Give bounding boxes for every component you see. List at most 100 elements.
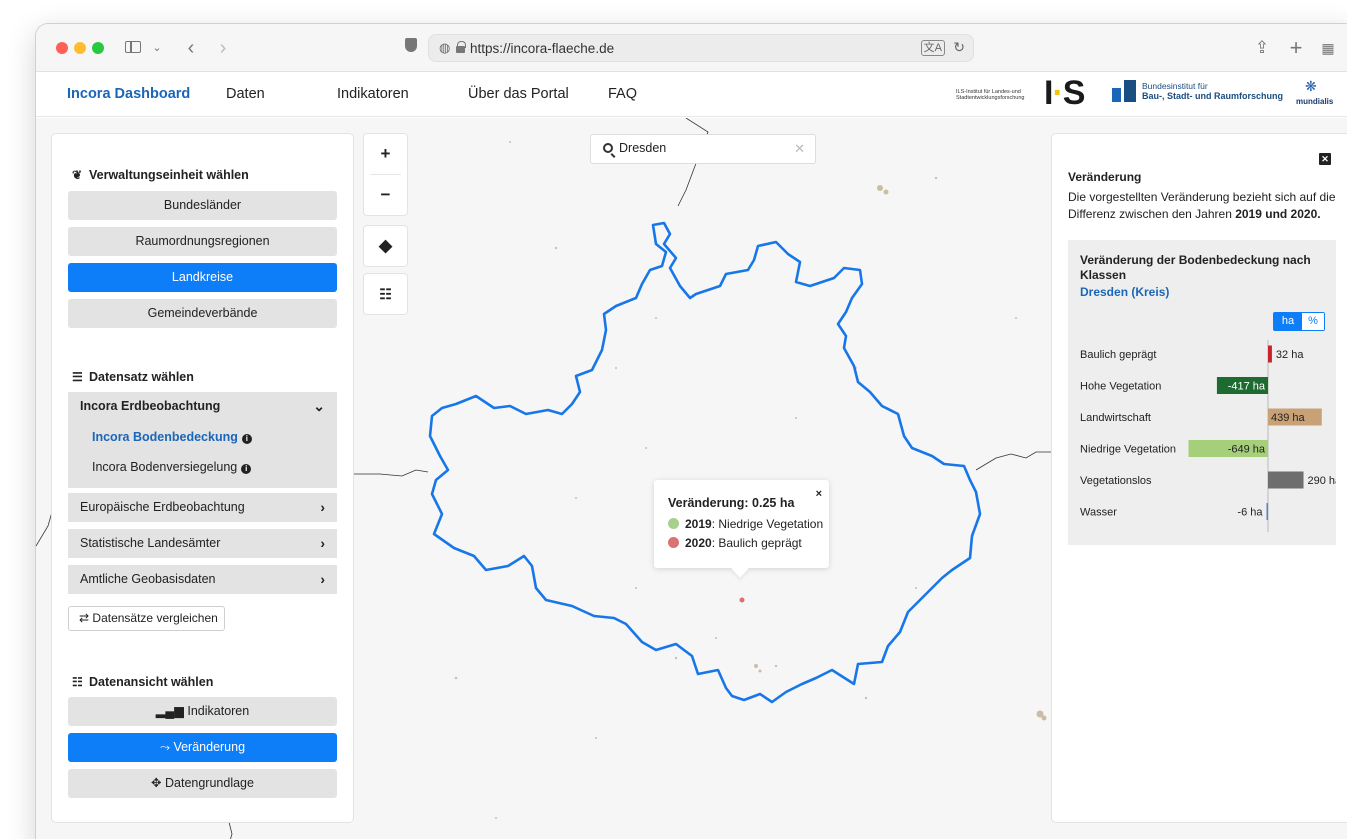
nav-ueber-das-portal[interactable]: Über das Portal: [468, 86, 569, 102]
search-icon: [603, 143, 613, 153]
control-panel: ❦ Verwaltungseinheit wählen Bundesländer …: [52, 134, 353, 822]
popup-title: Veränderung: 0.25 ha: [668, 496, 795, 510]
chart-category-label: Niedrige Vegetation: [1080, 444, 1176, 456]
chart-value-label: 290 ha: [1308, 475, 1336, 487]
nav-daten[interactable]: Daten: [226, 86, 265, 102]
germany-map-icon: ❦: [72, 168, 83, 182]
dataset-incora-bodenversiegelung[interactable]: Incora Bodenversiegelung i: [92, 460, 252, 474]
legend-dot-icon: [668, 537, 679, 548]
brand-link[interactable]: Incora Dashboard: [67, 86, 190, 102]
boundary-line: [36, 511, 53, 547]
admin-unit-bundeslaender[interactable]: Bundesländer: [68, 191, 337, 220]
selected-change-pixel[interactable]: [739, 597, 745, 603]
minimize-window-button[interactable]: [74, 42, 86, 54]
zoom-out-button[interactable]: −: [364, 175, 407, 215]
bbsr-logo-text[interactable]: Bundesinstitut für Bau-, Stadt- und Raumf…: [1142, 81, 1283, 101]
sidebar-toggle-icon[interactable]: [122, 36, 144, 60]
chart-bar[interactable]: [1268, 345, 1272, 363]
url-text[interactable]: https://incora-flaeche.de: [470, 41, 614, 56]
accordion-statistische-landesaemter[interactable]: Statistische Landesämter ›: [68, 529, 337, 558]
bar-chart-icon: ▂▄▆: [155, 704, 184, 718]
mundialis-logo-icon[interactable]: ❋: [1305, 78, 1317, 95]
filter-control: ☷: [364, 274, 407, 314]
close-window-button[interactable]: [56, 42, 68, 54]
chevron-down-icon[interactable]: ⌄: [150, 36, 164, 60]
change-bar-chart: Baulich geprägt 32 ha Hohe Vegetation -417 …: [1080, 340, 1336, 532]
admin-unit-gemeindeverbaende[interactable]: Gemeindeverbände: [68, 299, 337, 328]
admin-unit-raumordnungsregionen[interactable]: Raumordnungsregionen: [68, 227, 337, 256]
accordion-europaeische-erdbeobachtung[interactable]: Europäische Erdbeobachtung ›: [68, 493, 337, 522]
swap-arrows-icon: ⇄: [79, 611, 90, 625]
chart-category-label: Landwirtschaft: [1080, 412, 1151, 424]
database-icon: ☰: [72, 370, 83, 384]
chart-category-label: Vegetationslos: [1080, 475, 1152, 487]
close-icon[interactable]: ×: [816, 488, 822, 500]
lock-icon: [456, 41, 466, 53]
mundialis-logo-text[interactable]: mundialis: [1296, 97, 1333, 106]
view-datengrundlage-button[interactable]: ✥ Datengrundlage: [68, 769, 337, 798]
chevron-right-icon: ›: [320, 571, 325, 587]
tab-overview-icon[interactable]: ▦: [1318, 36, 1338, 60]
compare-datasets-button[interactable]: ⇄ Datensätze vergleichen: [68, 606, 225, 631]
nav-faq[interactable]: FAQ: [608, 86, 637, 102]
accordion-incora-erdbeobachtung[interactable]: Incora Erdbeobachtung ⌄: [68, 392, 337, 421]
search-input[interactable]: [619, 141, 779, 155]
boundary-line: [975, 451, 1052, 471]
back-button[interactable]: ‹: [182, 36, 200, 60]
info-icon[interactable]: i: [241, 434, 252, 444]
privacy-shield-icon[interactable]: [402, 36, 420, 60]
panel-title: Veränderung: [1068, 170, 1142, 184]
layers-icon[interactable]: ◆: [364, 226, 407, 266]
panel-description: Die vorgestellten Veränderung bezieht si…: [1068, 190, 1336, 221]
view-veraenderung-button[interactable]: ⤳ Veränderung: [68, 733, 337, 762]
browser-toolbar: ⌄ ‹ › ◍ https://incora-flaeche.de 文A ↻ ⇪…: [36, 24, 1347, 72]
zoom-controls: + −: [364, 134, 407, 215]
zoom-in-button[interactable]: +: [364, 134, 407, 174]
admin-unit-landkreise[interactable]: Landkreise: [68, 263, 337, 292]
address-bar[interactable]: ◍ https://incora-flaeche.de 文A ↻: [428, 34, 974, 62]
chart-value-label: -649 ha: [1228, 444, 1266, 456]
new-tab-button[interactable]: +: [1286, 36, 1306, 60]
chart-value-label: 32 ha: [1276, 349, 1304, 361]
bbsr-logo-icon[interactable]: [1112, 80, 1136, 102]
dresden-boundary[interactable]: [428, 221, 982, 704]
trend-lines-icon: ⤳: [159, 740, 170, 754]
forward-button[interactable]: ›: [214, 36, 232, 60]
legend-dot-icon: [668, 518, 679, 529]
sliders-icon: ☷: [72, 675, 83, 689]
chart-value-label: -6 ha: [1237, 507, 1263, 519]
admin-section-title: ❦ Verwaltungseinheit wählen: [72, 168, 249, 182]
globe-icon: ◍: [439, 40, 451, 55]
sliders-icon[interactable]: ☷: [364, 274, 407, 314]
app-header: Incora Dashboard Daten Indikatoren Über …: [36, 72, 1347, 117]
nav-indikatoren[interactable]: Indikatoren: [337, 86, 409, 102]
info-icon[interactable]: i: [241, 464, 252, 474]
browser-window: ⌄ ‹ › ◍ https://incora-flaeche.de 文A ↻ ⇪…: [36, 24, 1347, 839]
share-icon[interactable]: ⇪: [1252, 36, 1272, 60]
view-indikatoren-button[interactable]: ▂▄▆ Indikatoren: [68, 697, 337, 726]
chevron-right-icon: ›: [320, 499, 325, 515]
translate-icon[interactable]: 文A: [920, 40, 945, 56]
clear-search-icon[interactable]: ✕: [794, 141, 805, 157]
accordion-amtliche-geobasisdaten[interactable]: Amtliche Geobasisdaten ›: [68, 565, 337, 594]
chart-category-label: Hohe Vegetation: [1080, 381, 1161, 393]
close-panel-icon[interactable]: ✕: [1319, 153, 1331, 165]
change-info-popup: Veränderung: 0.25 ha × 2019: Niedrige Ve…: [654, 480, 829, 568]
zoom-window-button[interactable]: [92, 42, 104, 54]
chevron-right-icon: ›: [320, 535, 325, 551]
view-section-title: ☷ Datenansicht wählen: [72, 675, 214, 689]
location-search: ✕: [590, 134, 816, 164]
chart-bar[interactable]: [1268, 471, 1304, 489]
chart-value-label: 439 ha: [1271, 412, 1306, 424]
info-panel: ✕ Veränderung Die vorgestellten Veränder…: [1052, 134, 1347, 822]
layers-control: ◆: [364, 226, 407, 266]
ils-logo[interactable]: I·S: [1044, 76, 1085, 110]
reload-icon[interactable]: ↻: [953, 39, 965, 56]
chart-value-label: -417 ha: [1228, 381, 1266, 393]
change-chart-card: Veränderung der Bodenbedeckung nach Klas…: [1068, 240, 1336, 545]
chart-category-label: Baulich geprägt: [1080, 349, 1156, 361]
dataset-section-title: ☰ Datensatz wählen: [72, 370, 194, 384]
popup-row-2020: 2020: Baulich geprägt: [668, 536, 802, 550]
dataset-incora-bodenbedeckung[interactable]: Incora Bodenbedeckung i: [92, 430, 252, 444]
chart-bar[interactable]: [1266, 503, 1269, 520]
